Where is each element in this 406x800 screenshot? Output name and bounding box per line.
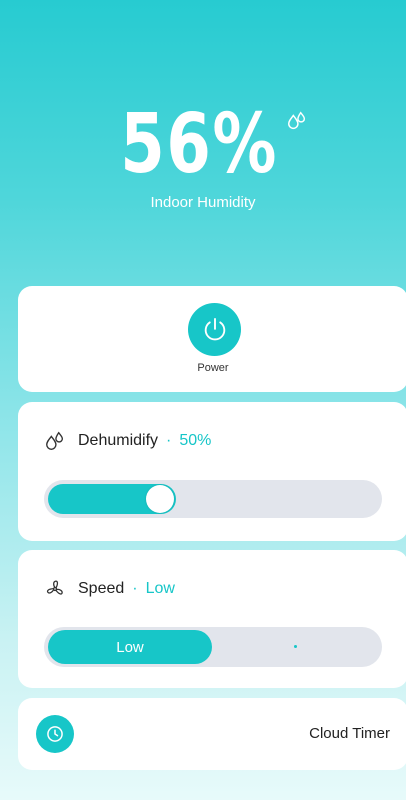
humidity-label: Indoor Humidity xyxy=(150,194,256,211)
humidity-value: 56% xyxy=(120,100,278,190)
cloud-timer-label: Cloud Timer xyxy=(309,725,390,742)
power-card: Power xyxy=(18,286,406,392)
speed-option-indicator[interactable] xyxy=(294,645,297,648)
dehumidify-slider-knob[interactable] xyxy=(146,485,174,513)
humidity-display: 56% Indoor Humidity xyxy=(0,100,406,211)
timer-button[interactable] xyxy=(36,715,74,753)
dehumidify-header: Dehumidify · 50% xyxy=(44,430,211,452)
clock-icon xyxy=(47,726,63,742)
dehumidify-separator: · xyxy=(166,432,172,449)
dehumidify-value: 50% xyxy=(179,432,212,449)
water-drops-icon xyxy=(288,111,306,129)
speed-separator: · xyxy=(132,580,138,597)
power-icon xyxy=(204,317,225,340)
humidity-value-row: 56% xyxy=(0,100,406,190)
timer-card[interactable]: Cloud Timer xyxy=(18,698,406,770)
water-drops-icon xyxy=(46,431,64,450)
dehumidify-label: Dehumidify xyxy=(78,432,159,449)
status-bar xyxy=(0,0,406,20)
power-button[interactable] xyxy=(188,303,241,356)
dehumidify-slider[interactable] xyxy=(44,480,382,518)
speed-label: Speed xyxy=(78,580,125,597)
speed-header: Speed · Low xyxy=(44,578,175,600)
speed-card: Speed · Low Low xyxy=(18,550,406,688)
humidity-unit: % xyxy=(212,97,278,192)
fan-icon xyxy=(46,580,63,595)
humidity-number: 56 xyxy=(120,97,213,192)
dehumidify-card: Dehumidify · 50% xyxy=(18,402,406,541)
speed-option-low[interactable]: Low xyxy=(48,630,212,664)
power-label: Power xyxy=(197,362,229,374)
speed-selector[interactable]: Low xyxy=(44,627,382,667)
speed-value: Low xyxy=(145,580,175,597)
